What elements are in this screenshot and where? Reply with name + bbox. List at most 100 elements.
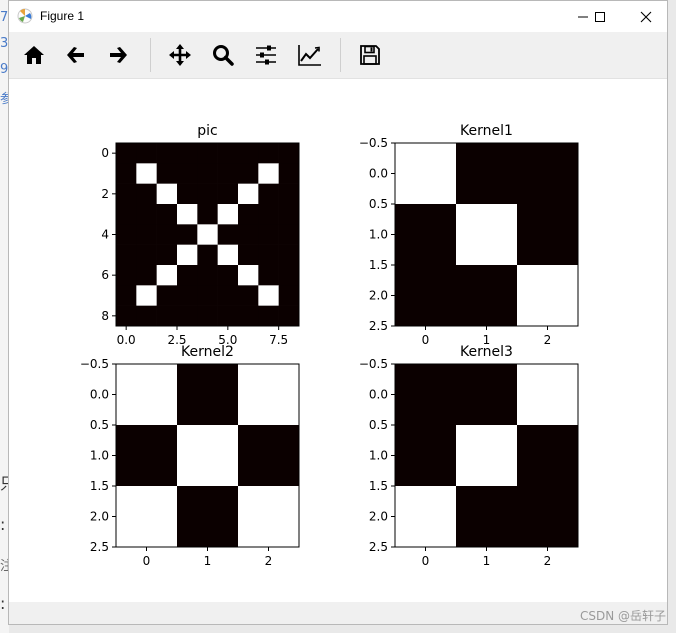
heatmap-cell	[278, 143, 300, 164]
heatmap-cell	[116, 183, 137, 205]
heatmap-cell	[197, 305, 218, 327]
heatmap-cell	[517, 265, 579, 327]
close-button[interactable]	[627, 1, 665, 32]
heatmap-cell	[395, 204, 457, 266]
heatmap-cell	[156, 143, 178, 164]
heatmap-cell	[238, 143, 259, 164]
heatmap-cell	[395, 265, 457, 327]
heatmap-cell	[177, 224, 198, 245]
heatmap-cell	[197, 224, 218, 245]
maximize-icon	[595, 11, 605, 22]
figure-window: Figure 1 pic 0.0 2.5 5.0 7.5 0 2 4 6 8 K…	[8, 0, 668, 625]
heatmap-cell	[177, 244, 198, 266]
heatmap-cell	[177, 285, 198, 306]
y-tick-label: 0.0	[90, 388, 109, 402]
figure-canvas[interactable]: pic 0.0 2.5 5.0 7.5 0 2 4 6 8 Kernel1 0 1 2 −0.5 0.0 0.5…	[9, 79, 667, 602]
heatmap-cell	[136, 305, 157, 327]
x-tick-label: 2	[265, 554, 273, 568]
y-tick-label: 2.5	[90, 540, 109, 554]
heatmap-cell	[278, 163, 300, 184]
save-button[interactable]	[355, 41, 385, 69]
configure-subplots-button[interactable]	[251, 41, 281, 69]
heatmap-cell	[238, 244, 259, 266]
heatmap-cell	[395, 364, 457, 426]
heatmap-cell	[258, 183, 279, 205]
heatmap-cell	[217, 143, 239, 164]
heatmap-cell	[136, 183, 157, 205]
heatmap-cell	[217, 163, 239, 184]
back-button[interactable]	[61, 41, 91, 69]
heatmap-cell	[517, 425, 579, 487]
heatmap-cell	[238, 265, 259, 286]
y-tick-label: 2.5	[369, 319, 388, 333]
toolbar-separator	[150, 38, 151, 72]
close-icon	[640, 11, 652, 22]
axes-title: Kernel3	[460, 344, 513, 360]
heatmap-cell	[456, 204, 518, 266]
y-tick-label: 4	[101, 228, 109, 242]
maximize-button[interactable]	[581, 1, 619, 32]
x-tick-label: 2	[544, 333, 552, 347]
edit-axis-button[interactable]	[295, 41, 325, 69]
pan-button[interactable]	[165, 41, 195, 69]
heatmap-cell	[258, 143, 279, 164]
heatmap-cell	[136, 224, 157, 245]
heatmap-cell	[177, 265, 198, 286]
heatmap-cell	[177, 143, 198, 164]
heatmap-cell	[456, 425, 518, 487]
zoom-icon	[213, 45, 234, 66]
y-tick-label: 2.5	[369, 540, 388, 554]
heatmap-cell	[217, 183, 239, 205]
y-tick-label: 0.5	[369, 197, 388, 211]
heatmap-cell	[456, 143, 518, 205]
heatmap-cell	[116, 163, 137, 184]
heatmap-cell	[177, 183, 198, 205]
heatmap-cell	[258, 265, 279, 286]
heatmap-cell	[217, 244, 239, 266]
heatmap-cell	[197, 143, 218, 164]
heatmap-cell	[395, 425, 457, 487]
matplotlib-app-icon	[17, 8, 33, 24]
heatmap-cell	[278, 183, 300, 205]
heatmap-cell	[217, 265, 239, 286]
y-tick-label: 1.5	[369, 258, 388, 272]
y-tick-label: −0.5	[359, 357, 388, 371]
heatmap-cell	[278, 224, 300, 245]
x-tick-label: 0	[422, 333, 430, 347]
heatmap-cell	[258, 244, 279, 266]
move-icon	[169, 44, 191, 66]
heatmap-cell	[136, 163, 157, 184]
heatmap-cell	[258, 204, 279, 225]
heatmap-cell	[517, 486, 579, 548]
forward-button[interactable]	[103, 41, 133, 69]
heatmap-cell	[116, 204, 137, 225]
heatmap-cell	[156, 183, 178, 205]
heatmap-cell	[395, 143, 457, 205]
y-tick-label: 2.0	[90, 510, 109, 524]
heatmap-cell	[116, 425, 178, 487]
heatmap-cell	[136, 244, 157, 266]
heatmap-cell	[177, 305, 198, 327]
x-tick-label: 1	[483, 554, 491, 568]
heatmap-cell	[116, 143, 137, 164]
heatmap-cell	[238, 183, 259, 205]
heatmap-cell	[116, 244, 137, 266]
y-tick-label: −0.5	[80, 357, 109, 371]
y-tick-label: 8	[101, 309, 109, 323]
heatmap-cell	[278, 285, 300, 306]
heatmap-cell	[456, 265, 518, 327]
heatmap-cell	[156, 285, 178, 306]
y-tick-label: 2.0	[369, 289, 388, 303]
heatmap-cell	[258, 305, 279, 327]
title-bar[interactable]: Figure 1	[9, 1, 667, 32]
heatmap-cell	[197, 265, 218, 286]
heatmap-cell	[258, 285, 279, 306]
heatmap-cell	[238, 285, 259, 306]
heatmap-cell	[156, 163, 178, 184]
zoom-button[interactable]	[208, 41, 238, 69]
heatmap-cell	[278, 244, 300, 266]
y-tick-label: 1.5	[369, 479, 388, 493]
y-tick-label: 0.0	[369, 167, 388, 181]
x-tick-label: 0	[143, 554, 151, 568]
home-button[interactable]	[19, 41, 49, 69]
